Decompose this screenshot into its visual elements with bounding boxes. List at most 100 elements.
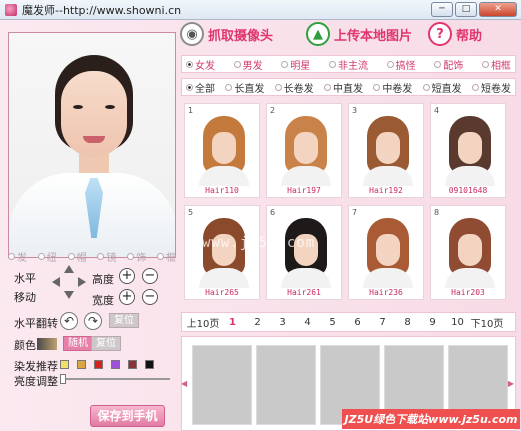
radio-dot — [434, 60, 442, 68]
photo-preview[interactable] — [8, 32, 176, 258]
color-swatch[interactable] — [37, 338, 57, 350]
filter-all[interactable]: 全部 — [186, 80, 215, 95]
page-link[interactable]: 8 — [395, 317, 420, 328]
tab-alternative[interactable]: 非主流 — [328, 57, 368, 72]
dye-color-swatch[interactable] — [77, 360, 86, 369]
move-down-icon[interactable] — [64, 291, 74, 299]
filter-short-curly[interactable]: 短卷发 — [471, 80, 511, 95]
capture-webcam-button[interactable]: ◉ 抓取摄像头 — [180, 22, 273, 46]
move-left-icon[interactable] — [52, 277, 60, 287]
filter-short-straight[interactable]: 短直发 — [422, 80, 462, 95]
close-button[interactable]: ✕ — [479, 2, 517, 17]
hairstyle-card[interactable]: 8 Hair203 — [430, 205, 506, 300]
dye-color-swatch[interactable] — [111, 360, 120, 369]
page-link[interactable]: 9 — [420, 317, 445, 328]
radio-dot — [481, 60, 489, 68]
tab-label: 男发 — [242, 60, 263, 72]
tab-accessory[interactable]: 配饰 — [434, 57, 463, 72]
tab-frame[interactable]: 相框 — [481, 57, 511, 72]
width-increase-button[interactable]: + — [119, 289, 135, 305]
strip-left-arrow-icon[interactable]: ◀ — [181, 379, 187, 388]
dye-color-swatch[interactable] — [145, 360, 154, 369]
pager: 上10页 1 2 3 4 5 6 7 8 9 10 下10页 — [181, 312, 516, 332]
radio-dot — [281, 60, 289, 68]
page-link[interactable]: 10 — [445, 317, 470, 328]
help-button[interactable]: ? 帮助 — [428, 22, 482, 46]
filter-medium-curly[interactable]: 中卷发 — [373, 80, 412, 95]
height-decrease-button[interactable]: − — [142, 268, 158, 284]
preview-right-eye — [105, 105, 115, 109]
tab-funny[interactable]: 搞怪 — [386, 57, 416, 72]
history-slot[interactable] — [256, 345, 316, 425]
upload-image-button[interactable]: ▲ 上传本地图片 — [306, 22, 412, 46]
page-link[interactable]: 3 — [270, 317, 295, 328]
tab-men[interactable]: 男发 — [233, 57, 263, 72]
page-link[interactable]: 1 — [220, 317, 245, 328]
help-label: 帮助 — [456, 28, 483, 44]
category-tabs: 女发 男发 明星 非主流 搞怪 配饰 相框 — [181, 55, 516, 73]
filter-medium-straight[interactable]: 中直发 — [323, 80, 363, 95]
help-icon: ? — [428, 22, 452, 46]
radio-dot — [328, 60, 336, 68]
hairstyle-card[interactable]: 2 Hair197 — [266, 103, 342, 198]
layer-radio-button[interactable]: 纽 — [37, 249, 57, 264]
filter-label: 全部 — [195, 83, 215, 95]
length-filter-tabs: 全部 长直发 长卷发 中直发 中卷发 短直发 短卷发 — [181, 78, 516, 96]
tab-label: 非主流 — [337, 60, 368, 72]
page-link[interactable]: 4 — [295, 317, 320, 328]
dye-color-swatch[interactable] — [128, 360, 137, 369]
filter-long-curly[interactable]: 长卷发 — [274, 80, 314, 95]
prev-10-pages-link[interactable]: 上10页 — [186, 315, 220, 330]
thumbnail-face — [376, 234, 400, 266]
layer-radio-frame[interactable]: 框 — [156, 249, 176, 264]
layer-radio-accessory[interactable]: 饰 — [127, 249, 146, 264]
dye-color-swatch[interactable] — [94, 360, 103, 369]
maximize-button[interactable]: □ — [455, 2, 477, 17]
brightness-slider-track[interactable] — [60, 378, 170, 380]
filter-long-straight[interactable]: 长直发 — [225, 80, 264, 95]
move-up-icon[interactable] — [64, 265, 74, 273]
page-link[interactable]: 7 — [370, 317, 395, 328]
layer-radio-glasses[interactable]: 镜 — [97, 249, 116, 264]
move-right-icon[interactable] — [78, 277, 86, 287]
random-color-button[interactable]: 随机 — [63, 336, 93, 351]
save-to-phone-button[interactable]: 保存到手机 — [90, 405, 165, 427]
history-slot[interactable] — [192, 345, 252, 425]
hairstyle-grid: 1 Hair110 2 Hair197 3 Hair192 4 09101648 5 Hair26… — [184, 103, 510, 303]
width-decrease-button[interactable]: − — [142, 289, 158, 305]
rotate-right-icon[interactable]: ↷ — [84, 312, 102, 330]
color-reset-button[interactable]: 复位 — [91, 336, 121, 351]
hairstyle-card[interactable]: 5 Hair265 — [184, 205, 260, 300]
dye-recommend-label: 染发推荐 — [14, 360, 58, 373]
rotate-left-icon[interactable]: ↶ — [60, 312, 78, 330]
hairstyle-label: Hair203 — [451, 288, 485, 297]
tab-label: 配饰 — [443, 60, 464, 72]
strip-right-arrow-icon[interactable]: ▶ — [508, 379, 514, 388]
page-link[interactable]: 5 — [320, 317, 345, 328]
dye-color-swatch[interactable] — [60, 360, 69, 369]
layer-radio-hair[interactable]: 发 — [8, 249, 27, 264]
tab-label: 相框 — [490, 60, 511, 72]
filter-label: 中卷发 — [382, 83, 413, 95]
hairstyle-card[interactable]: 7 Hair236 — [348, 205, 424, 300]
height-label: 高度 — [92, 273, 114, 286]
webcam-icon: ◉ — [180, 22, 204, 46]
layer-radio-hat[interactable]: 帽 — [67, 249, 87, 264]
page-link[interactable]: 6 — [345, 317, 370, 328]
hairstyle-card[interactable]: 4 09101648 — [430, 103, 506, 198]
tab-star[interactable]: 明星 — [281, 57, 310, 72]
hairstyle-card[interactable]: 6 Hair261 — [266, 205, 342, 300]
flip-reset-button[interactable]: 复位 — [109, 313, 139, 328]
brightness-slider-thumb[interactable] — [60, 374, 66, 384]
next-10-pages-link[interactable]: 下10页 — [470, 315, 504, 330]
filter-label: 长直发 — [234, 83, 265, 95]
hairstyle-number: 8 — [434, 208, 440, 217]
hairstyle-label: Hair110 — [205, 186, 239, 195]
minimize-button[interactable]: ─ — [431, 2, 453, 17]
tab-women[interactable]: 女发 — [186, 57, 215, 72]
radio-dot — [274, 83, 282, 91]
hairstyle-card[interactable]: 3 Hair192 — [348, 103, 424, 198]
height-increase-button[interactable]: + — [119, 268, 135, 284]
hairstyle-card[interactable]: 1 Hair110 — [184, 103, 260, 198]
page-link[interactable]: 2 — [245, 317, 270, 328]
